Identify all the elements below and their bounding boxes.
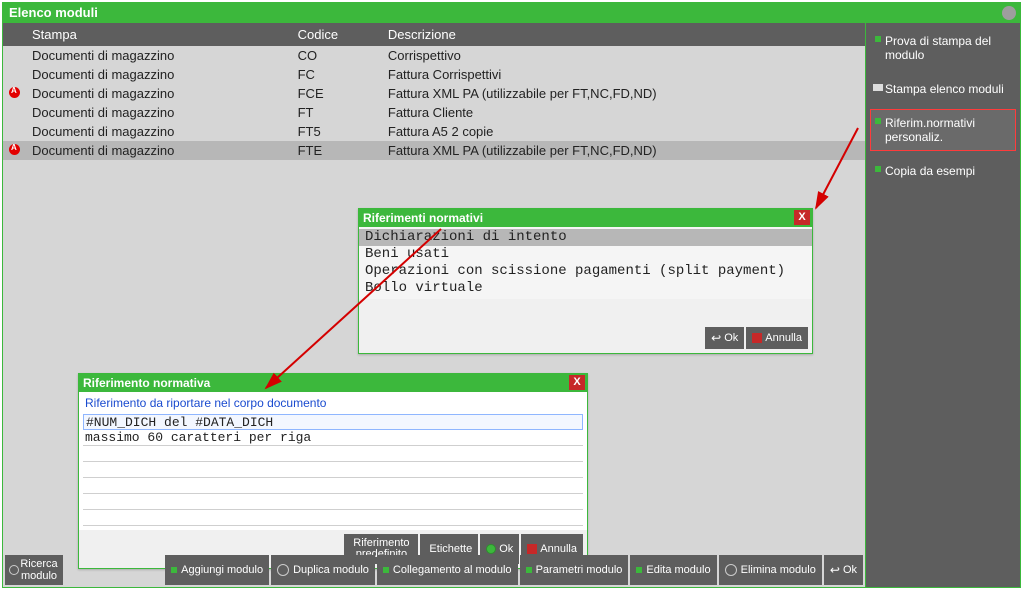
- popup-title: Riferimenti normativi: [359, 209, 812, 227]
- prova-stampa-button[interactable]: Prova di stampa del modulo: [870, 27, 1016, 69]
- text-line[interactable]: [83, 510, 583, 526]
- collegamento-modulo-button[interactable]: Collegamento al modulo: [377, 555, 518, 585]
- table-row[interactable]: Documenti di magazzinoFTEFattura XML PA …: [3, 141, 865, 160]
- text-line[interactable]: [83, 446, 583, 462]
- list-item[interactable]: Beni usati: [359, 246, 812, 263]
- dot-icon: [526, 567, 532, 573]
- table-row[interactable]: Documenti di magazzinoCOCorrispettivo: [3, 46, 865, 65]
- enter-icon: [711, 331, 721, 345]
- row-flag-cell: [3, 122, 26, 141]
- list-item[interactable]: Dichiarazioni di intento: [359, 229, 812, 246]
- cell-descrizione: Fattura XML PA (utilizzabile per FT,NC,F…: [382, 141, 865, 160]
- flag-icon: [9, 87, 20, 98]
- bottom-bar: Ricerca modulo Aggiungi modulo Duplica m…: [3, 553, 865, 587]
- annulla-button[interactable]: Annulla: [746, 327, 808, 349]
- edita-modulo-button[interactable]: Edita modulo: [630, 555, 716, 585]
- dot-icon: [383, 567, 389, 573]
- cell-stampa: Documenti di magazzino: [26, 103, 292, 122]
- table-header-row: Stampa Codice Descrizione: [3, 23, 865, 46]
- duplicate-icon: [277, 564, 289, 576]
- dot-icon: [171, 567, 177, 573]
- popup-subtitle: Riferimento da riportare nel corpo docum…: [79, 392, 587, 414]
- row-flag-cell: [3, 141, 26, 160]
- window-close-icon[interactable]: [1002, 6, 1016, 20]
- cell-codice: FC: [292, 65, 382, 84]
- riferimenti-normativi-popup: Riferimenti normativi X Dichiarazioni di…: [358, 208, 813, 354]
- popup-footer: Ok Annulla: [359, 299, 812, 353]
- dot-icon: [636, 567, 642, 573]
- cell-codice: CO: [292, 46, 382, 65]
- enter-icon: ↩: [830, 564, 840, 576]
- copia-esempi-button[interactable]: Copia da esempi: [870, 157, 1016, 185]
- cell-stampa: Documenti di magazzino: [26, 141, 292, 160]
- riferimento-normativa-popup: Riferimento normativa X Riferimento da r…: [78, 373, 588, 569]
- row-flag-cell: [3, 46, 26, 65]
- cell-stampa: Documenti di magazzino: [26, 46, 292, 65]
- table-row[interactable]: Documenti di magazzinoFT5Fattura A5 2 co…: [3, 122, 865, 141]
- ok-button[interactable]: Ok: [705, 327, 744, 349]
- duplica-modulo-button[interactable]: Duplica modulo: [271, 555, 375, 585]
- window-title: Elenco moduli: [9, 5, 98, 20]
- table-row[interactable]: Documenti di magazzinoFCEFattura XML PA …: [3, 84, 865, 103]
- close-icon[interactable]: X: [569, 375, 585, 390]
- cell-stampa: Documenti di magazzino: [26, 122, 292, 141]
- side-panel: Prova di stampa del modulo Stampa elenco…: [865, 23, 1020, 587]
- list-item[interactable]: Operazioni con scissione pagamenti (spli…: [359, 263, 812, 280]
- col-stampa[interactable]: Stampa: [26, 23, 292, 46]
- cell-stampa: Documenti di magazzino: [26, 84, 292, 103]
- cell-codice: FT5: [292, 122, 382, 141]
- riferim-normativi-button[interactable]: Riferim.normativi personaliz.: [870, 109, 1016, 151]
- text-line[interactable]: #NUM_DICH del #DATA_DICH: [83, 414, 583, 430]
- stampa-elenco-button[interactable]: Stampa elenco moduli: [870, 75, 1016, 103]
- list-item[interactable]: Bollo virtuale: [359, 280, 812, 297]
- ok-button[interactable]: ↩ Ok: [824, 555, 863, 585]
- search-icon: [9, 565, 19, 575]
- close-icon[interactable]: X: [794, 210, 810, 225]
- cell-codice: FCE: [292, 84, 382, 103]
- cell-descrizione: Fattura Cliente: [382, 103, 865, 122]
- table-row[interactable]: Documenti di magazzinoFCFattura Corrispe…: [3, 65, 865, 84]
- popup-title: Riferimento normativa: [79, 374, 587, 392]
- flag-icon: [9, 144, 20, 155]
- text-line[interactable]: [83, 462, 583, 478]
- cell-descrizione: Fattura Corrispettivi: [382, 65, 865, 84]
- cell-stampa: Documenti di magazzino: [26, 65, 292, 84]
- cell-codice: FT: [292, 103, 382, 122]
- col-descrizione[interactable]: Descrizione: [382, 23, 865, 46]
- aggiungi-modulo-button[interactable]: Aggiungi modulo: [165, 555, 269, 585]
- cell-codice: FTE: [292, 141, 382, 160]
- module-table: Stampa Codice Descrizione Documenti di m…: [3, 23, 865, 160]
- cell-descrizione: Corrispettivo: [382, 46, 865, 65]
- window-titlebar: Elenco moduli: [3, 3, 1020, 23]
- parametri-modulo-button[interactable]: Parametri modulo: [520, 555, 629, 585]
- text-line[interactable]: [83, 494, 583, 510]
- text-line[interactable]: massimo 60 caratteri per riga: [83, 430, 583, 446]
- elimina-modulo-button[interactable]: Elimina modulo: [719, 555, 822, 585]
- main-area: Stampa Codice Descrizione Documenti di m…: [3, 23, 865, 587]
- close-icon: [752, 333, 762, 343]
- row-flag-cell: [3, 84, 26, 103]
- app-frame: Elenco moduli Stampa Codice Descrizione …: [2, 2, 1021, 588]
- riferimenti-list: Dichiarazioni di intento Beni usati Oper…: [359, 227, 812, 299]
- text-line[interactable]: [83, 478, 583, 494]
- text-area[interactable]: #NUM_DICH del #DATA_DICH massimo 60 cara…: [79, 414, 587, 530]
- col-codice[interactable]: Codice: [292, 23, 382, 46]
- cell-descrizione: Fattura XML PA (utilizzabile per FT,NC,F…: [382, 84, 865, 103]
- row-flag-cell: [3, 103, 26, 122]
- trash-icon: [725, 564, 737, 576]
- content-row: Stampa Codice Descrizione Documenti di m…: [3, 23, 1020, 587]
- ricerca-modulo-button[interactable]: Ricerca modulo: [5, 555, 63, 585]
- cell-descrizione: Fattura A5 2 copie: [382, 122, 865, 141]
- table-row[interactable]: Documenti di magazzinoFTFattura Cliente: [3, 103, 865, 122]
- row-flag-cell: [3, 65, 26, 84]
